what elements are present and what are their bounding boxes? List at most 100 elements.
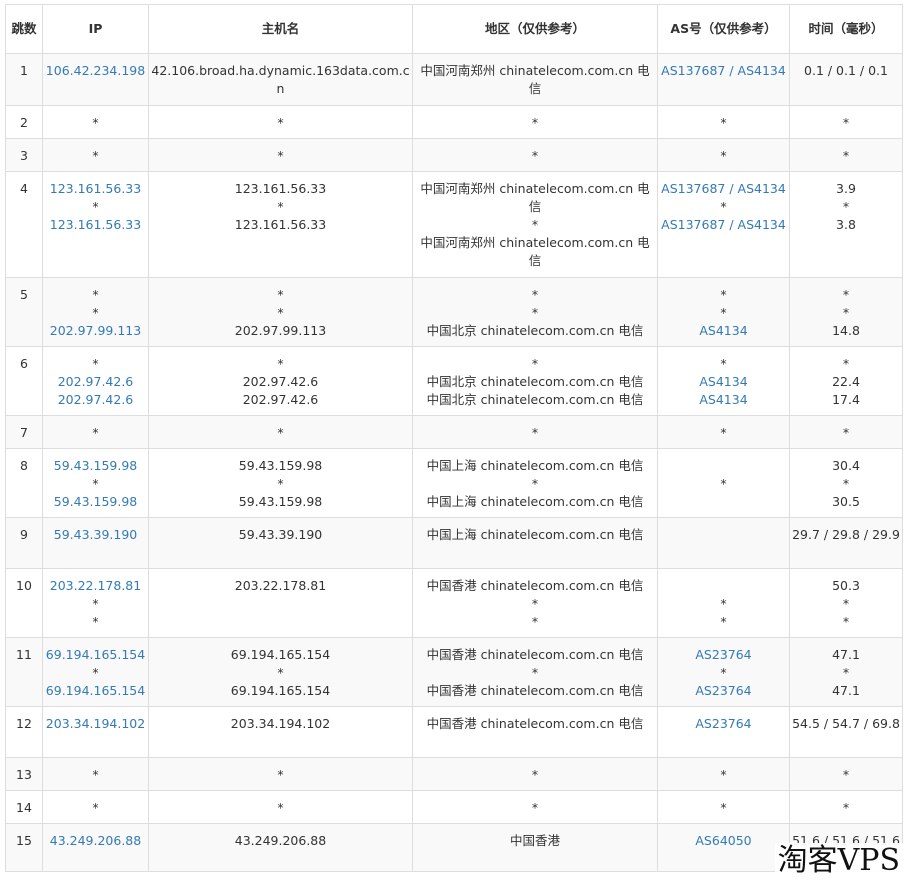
host-value: * bbox=[277, 148, 284, 163]
ip-value: * bbox=[92, 596, 99, 611]
asn-value[interactable]: AS4134 bbox=[660, 322, 787, 340]
header-region: 地区（仅供参考） bbox=[412, 4, 658, 54]
asn-value: * bbox=[720, 356, 727, 371]
asn-value bbox=[660, 493, 787, 511]
asn-value[interactable]: AS137687 / AS4134 bbox=[660, 216, 787, 234]
host-value: 203.34.194.102 bbox=[230, 716, 331, 731]
ip-cell: * bbox=[42, 757, 149, 791]
time-cell: * * 14.8 bbox=[789, 277, 903, 347]
region-value: 中国香港 chinatelecom.com.cn 电信 bbox=[426, 716, 644, 731]
hostname-cell: 59.43.39.190 bbox=[148, 517, 413, 569]
asn-cell: AS23764 bbox=[657, 706, 790, 758]
asn-value[interactable]: AS64050 bbox=[660, 832, 787, 850]
asn-value: * bbox=[720, 305, 727, 320]
asn-value[interactable]: AS23764 bbox=[660, 715, 787, 733]
ip-value[interactable]: 69.194.165.154 bbox=[45, 646, 146, 664]
host-value: * bbox=[277, 199, 284, 214]
host-value: 202.97.99.113 bbox=[234, 323, 327, 338]
asn-cell: * bbox=[657, 448, 790, 518]
host-value: * bbox=[277, 305, 284, 320]
ip-cell: * * 202.97.99.113 bbox=[42, 277, 149, 347]
ip-value: * bbox=[92, 425, 99, 440]
ip-cell: * 202.97.42.6 202.97.42.6 bbox=[42, 346, 149, 416]
time-cell: 3.9 * 3.8 bbox=[789, 171, 903, 278]
asn-value[interactable]: AS23764 bbox=[660, 682, 787, 700]
time-cell: * bbox=[789, 757, 903, 791]
region-value: 中国香港 chinatelecom.com.cn 电信 bbox=[426, 683, 644, 698]
asn-value: * bbox=[720, 115, 727, 130]
ip-value[interactable]: 203.34.194.102 bbox=[45, 715, 146, 733]
region-value: 中国上海 chinatelecom.com.cn 电信 bbox=[426, 494, 644, 509]
host-value: 43.249.206.88 bbox=[234, 833, 327, 848]
time-value: 14.8 bbox=[832, 323, 860, 338]
ip-cell: * bbox=[42, 790, 149, 824]
ip-cell: 59.43.159.98 * 59.43.159.98 bbox=[42, 448, 149, 518]
asn-value[interactable]: AS137687 / AS4134 bbox=[660, 180, 787, 198]
hop-cell: 5 bbox=[5, 277, 43, 347]
traceroute-table: 跳数 IP 主机名 地区（仅供参考） AS号（仅供参考） 时间（毫秒） 1 106… bbox=[5, 4, 903, 872]
hostname-cell: * bbox=[148, 138, 413, 172]
ip-cell: 203.22.178.81 * * bbox=[42, 568, 149, 638]
header-hop: 跳数 bbox=[5, 4, 43, 54]
time-value: 29.7 / 29.8 / 29.9 bbox=[792, 527, 900, 542]
time-cell: 29.7 / 29.8 / 29.9 bbox=[789, 517, 903, 569]
time-value: * bbox=[842, 148, 850, 163]
hostname-cell: 42.106.broad.ha.dynamic.163data.com.cn bbox=[148, 53, 413, 106]
ip-value[interactable]: 59.43.159.98 bbox=[45, 457, 146, 475]
asn-value bbox=[660, 526, 787, 544]
asn-value bbox=[660, 457, 787, 475]
asn-value[interactable]: AS137687 / AS4134 bbox=[660, 62, 787, 80]
time-value: 30.4 bbox=[832, 458, 860, 473]
ip-value[interactable]: 59.43.159.98 bbox=[45, 493, 146, 511]
hop-cell: 14 bbox=[5, 790, 43, 824]
ip-value[interactable]: 202.97.42.6 bbox=[45, 373, 146, 391]
time-cell: * bbox=[789, 415, 903, 449]
ip-value[interactable]: 43.249.206.88 bbox=[45, 832, 146, 850]
region-value: * bbox=[531, 356, 539, 371]
region-value: 中国香港 chinatelecom.com.cn 电信 bbox=[426, 578, 644, 593]
host-value: 69.194.165.154 bbox=[230, 683, 331, 698]
watermark-logo: 淘客VPS bbox=[774, 843, 903, 879]
asn-value[interactable]: AS23764 bbox=[660, 646, 787, 664]
table-row: 13 * * * * * bbox=[5, 757, 903, 791]
host-value: * bbox=[277, 356, 284, 371]
host-value: * bbox=[277, 665, 284, 680]
host-value bbox=[151, 595, 410, 613]
region-cell: 中国河南郑州 chinatelecom.com.cn 电信 * 中国河南郑州 chi… bbox=[412, 171, 658, 278]
ip-cell: 203.34.194.102 bbox=[42, 706, 149, 758]
region-value: 中国上海 chinatelecom.com.cn 电信 bbox=[426, 527, 644, 542]
time-value: 30.5 bbox=[832, 494, 860, 509]
hop-cell: 12 bbox=[5, 706, 43, 758]
asn-value bbox=[660, 577, 787, 595]
table-row: 11 69.194.165.154 * 69.194.165.154 69.194.16… bbox=[5, 637, 903, 707]
asn-value[interactable]: AS4134 bbox=[660, 373, 787, 391]
ip-value[interactable]: 202.97.42.6 bbox=[45, 391, 146, 409]
ip-value[interactable]: 203.22.178.81 bbox=[45, 577, 146, 595]
ip-value[interactable]: 202.97.99.113 bbox=[45, 322, 146, 340]
hop-cell: 11 bbox=[5, 637, 43, 707]
ip-value[interactable]: 106.42.234.198 bbox=[45, 62, 146, 80]
ip-cell: 106.42.234.198 bbox=[42, 53, 149, 106]
ip-value: * bbox=[92, 614, 99, 629]
region-value: 中国北京 chinatelecom.com.cn 电信 bbox=[426, 392, 644, 407]
ip-value[interactable]: 123.161.56.33 bbox=[45, 216, 146, 234]
host-value: 42.106.broad.ha.dynamic.163data.com.cn bbox=[151, 63, 410, 96]
hostname-cell: * * 202.97.99.113 bbox=[148, 277, 413, 347]
ip-value[interactable]: 123.161.56.33 bbox=[45, 180, 146, 198]
asn-cell: * AS4134 AS4134 bbox=[657, 346, 790, 416]
table-row: 5 * * 202.97.99.113 * * 202.97.99.113 * * 中国北京 ch… bbox=[5, 277, 903, 347]
asn-value[interactable]: AS4134 bbox=[660, 391, 787, 409]
host-value: * bbox=[277, 476, 284, 491]
hop-cell: 2 bbox=[5, 105, 43, 139]
ip-value: * bbox=[92, 148, 99, 163]
time-value: 3.8 bbox=[836, 217, 856, 232]
region-cell: * * 中国北京 chinatelecom.com.cn 电信 bbox=[412, 277, 658, 347]
hostname-cell: * bbox=[148, 757, 413, 791]
region-cell: 中国香港 bbox=[412, 823, 658, 872]
hostname-cell: * 202.97.42.6 202.97.42.6 bbox=[148, 346, 413, 416]
region-value: 中国河南郑州 chinatelecom.com.cn 电信 bbox=[420, 235, 650, 268]
ip-value[interactable]: 59.43.39.190 bbox=[45, 526, 146, 544]
asn-value: * bbox=[720, 199, 727, 214]
time-cell: 30.4 * 30.5 bbox=[789, 448, 903, 518]
ip-value[interactable]: 69.194.165.154 bbox=[45, 682, 146, 700]
